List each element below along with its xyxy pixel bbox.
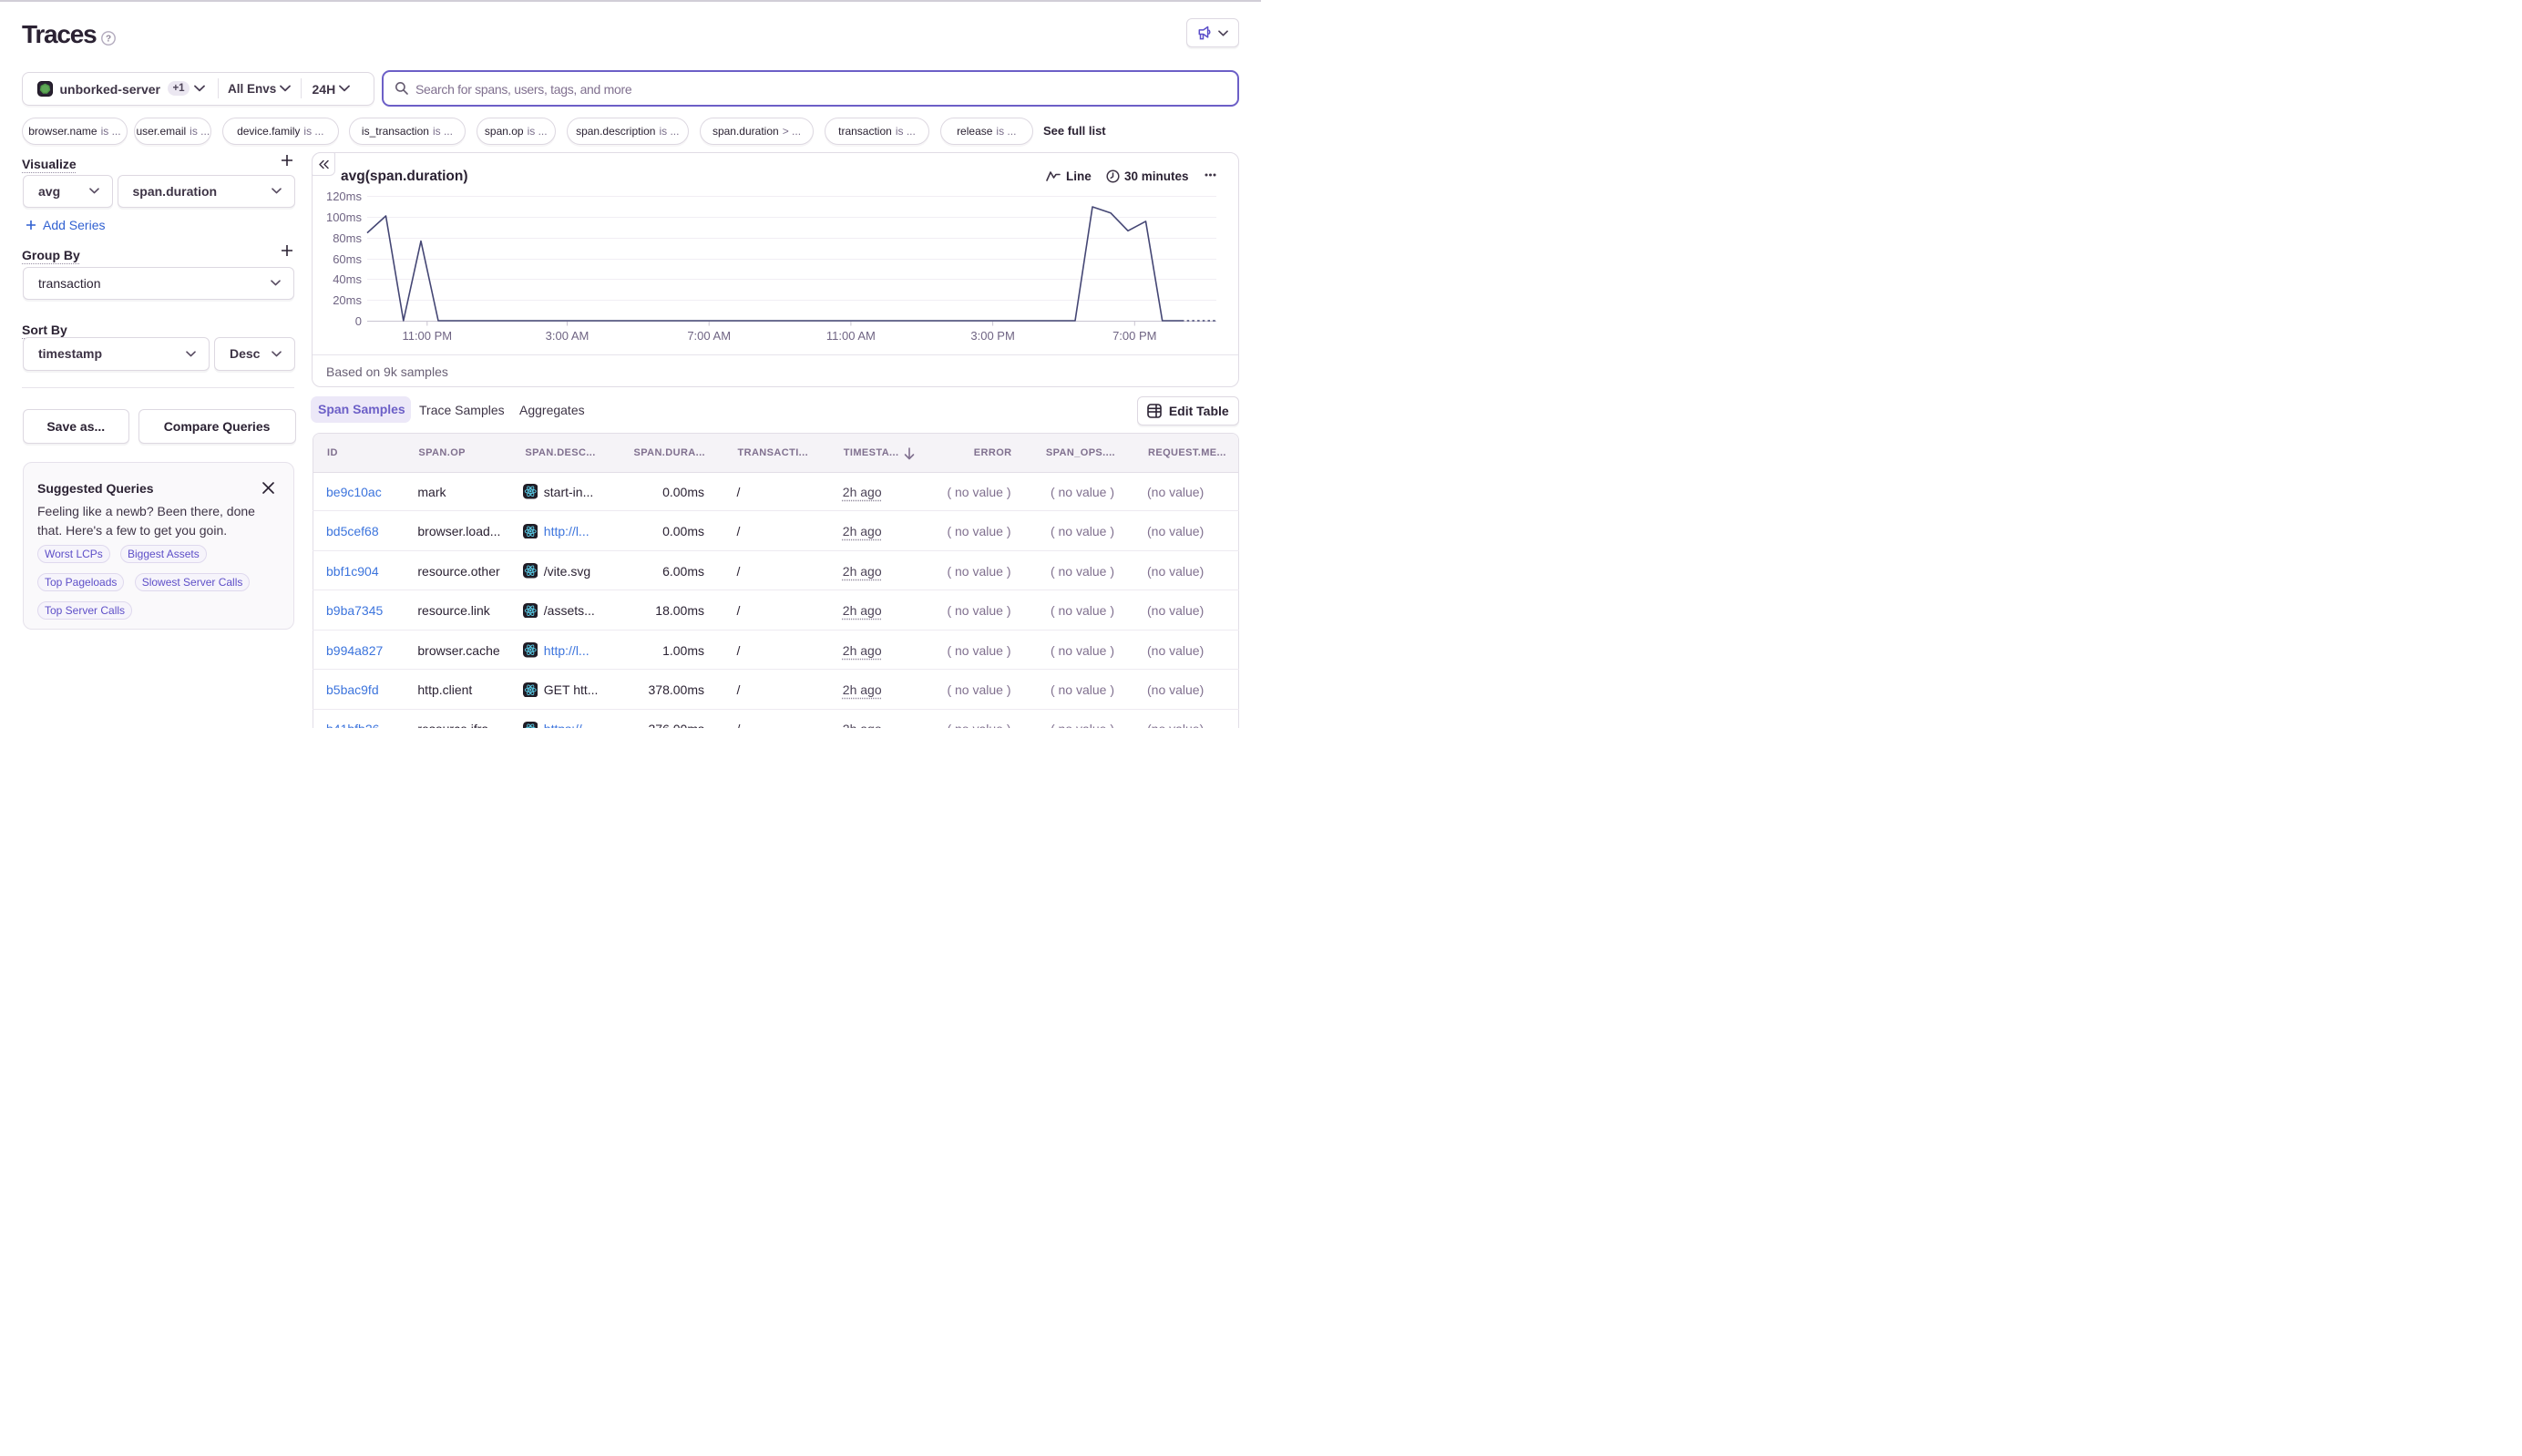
svg-text:?: ? [106,34,111,44]
